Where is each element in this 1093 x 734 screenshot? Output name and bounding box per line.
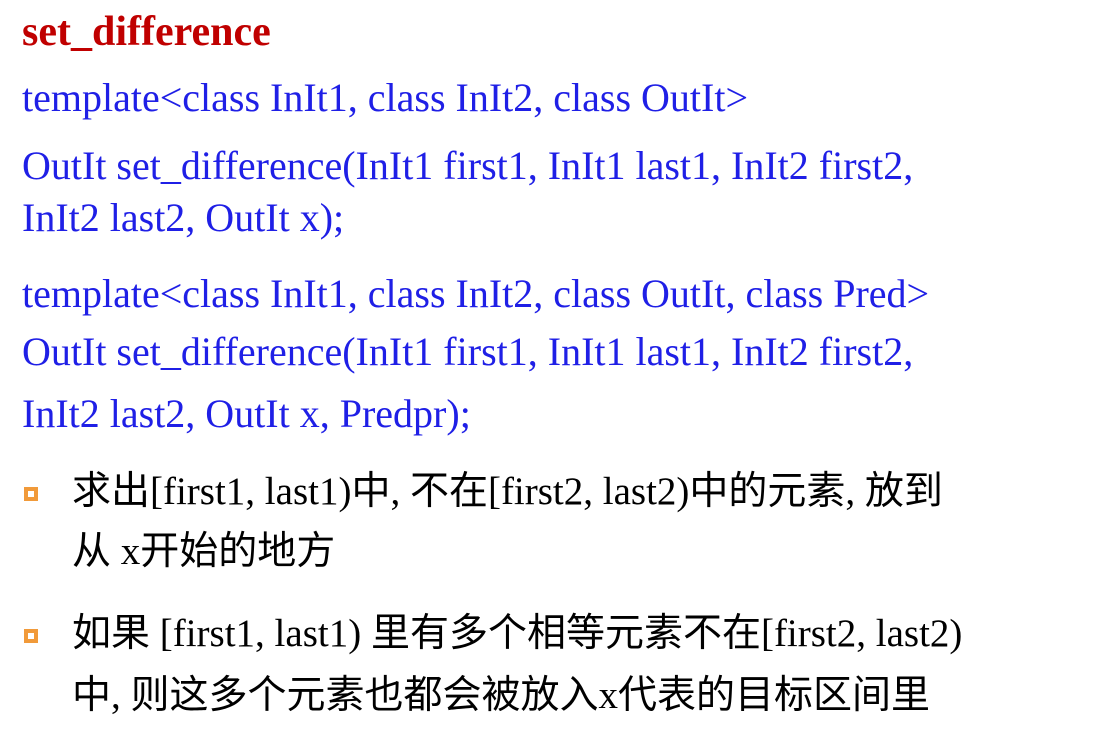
signature2-template: template<class InIt1, class InIt2, class… [22, 271, 930, 316]
signature1-template: template<class InIt1, class InIt2, class… [22, 75, 749, 120]
slide-title: set_difference [22, 9, 271, 55]
bullet-square-icon [24, 629, 38, 643]
bullet-square-icon [24, 487, 38, 501]
signature2-line1: OutIt set_difference(InIt1 first1, InIt1… [22, 329, 914, 374]
signature1-line1: OutIt set_difference(InIt1 first1, InIt1… [22, 143, 914, 188]
bullet-1-line1: 求出[first1, last1)中, 不在[first2, last2)中的元… [72, 470, 943, 513]
bullet-2-line2: 中, 则这多个元素也都会被放入x代表的目标区间里 [72, 674, 931, 717]
signature2-line2: InIt2 last2, OutIt x, Predpr); [22, 391, 471, 436]
signature1-line2: InIt2 last2, OutIt x); [22, 195, 345, 240]
bullet-2-line1: 如果 [first1, last1) 里有多个相等元素不在[first2, la… [72, 612, 963, 655]
slide: set_difference template<class InIt1, cla… [0, 0, 1093, 734]
bullet-1-line2: 从 x开始的地方 [72, 530, 336, 573]
